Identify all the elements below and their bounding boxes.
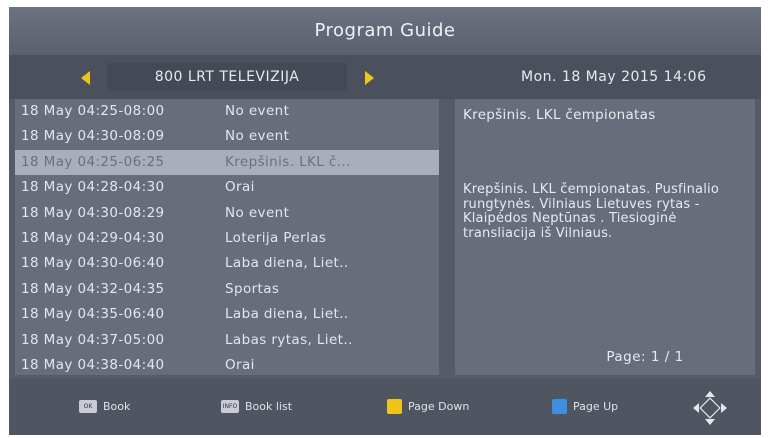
blue-key-icon [552, 398, 567, 414]
page-down-hint[interactable]: Page Down [387, 379, 469, 435]
event-row[interactable]: 18 May 04:35-06:40 Laba diena, Liet.. [15, 302, 439, 327]
event-list: 18 May 04:25-08:00 No event 18 May 04:30-… [15, 99, 439, 375]
previous-channel-arrow-icon[interactable] [81, 71, 90, 85]
book-label: Book [103, 400, 131, 413]
event-title: Krepšinis. LKL č... [225, 153, 351, 170]
footer-key-hints: OK Book INFO Book list Page Down Page Up [9, 379, 761, 435]
event-title: Orai [225, 179, 255, 196]
event-detail-title: Krepšinis. LKL čempionatas [463, 107, 656, 123]
event-time: 18 May 04:25-08:00 [21, 103, 165, 119]
book-list-hint[interactable]: INFO Book list [221, 379, 292, 435]
current-date-time: Mon. 18 May 2015 14:06 [521, 69, 707, 85]
event-time: 18 May 04:38-04:40 [21, 356, 165, 373]
event-title: Laba diena, Liet.. [225, 255, 349, 272]
info-key-icon: INFO [221, 399, 239, 413]
event-title: Labas rytas, Liet.. [225, 331, 353, 348]
event-time: 18 May 04:30-06:40 [21, 255, 165, 272]
page-title: Program Guide [9, 7, 761, 55]
event-time: 18 May 04:30-08:29 [21, 204, 165, 221]
event-row-selected[interactable]: 18 May 04:25-06:25 Krepšinis. LKL č... [15, 149, 439, 176]
event-time: 18 May 04:32-04:35 [21, 280, 165, 297]
book-list-label: Book list [245, 400, 293, 413]
event-time: 18 May 04:35-06:40 [21, 306, 165, 323]
page-indicator: Page: 1 / 1 [606, 349, 684, 365]
book-hint[interactable]: OK Book [79, 379, 130, 435]
event-row[interactable]: 18 May 04:30-08:09 No event [15, 124, 439, 149]
page-up-hint[interactable]: Page Up [552, 379, 618, 435]
event-time: 18 May 04:30-08:09 [21, 128, 165, 145]
program-guide-screen: Program Guide 800 LRT TELEVIZIJA Mon. 18… [9, 7, 761, 435]
event-row[interactable]: 18 May 04:37-05:00 Labas rytas, Liet.. [15, 328, 439, 353]
event-detail-panel: Krepšinis. LKL čempionatas Krepšinis. LK… [455, 99, 755, 375]
channel-bar: 800 LRT TELEVIZIJA Mon. 18 May 2015 14:0… [9, 55, 761, 99]
event-title: Laba diena, Liet.. [225, 306, 349, 323]
event-row[interactable]: 18 May 04:29-04:30 Loterija Perlas [15, 226, 439, 251]
event-row[interactable]: 18 May 04:32-04:35 Sportas [15, 277, 439, 302]
event-time: 18 May 04:37-05:00 [21, 331, 165, 348]
ok-key-icon: OK [79, 399, 97, 413]
event-detail-description: Krepšinis. LKL čempionatas. Pusfinalio r… [463, 182, 719, 241]
event-row[interactable]: 18 May 04:25-08:00 No event [15, 99, 439, 124]
dpad-navigation-icon [693, 391, 727, 425]
event-title: No event [225, 103, 290, 119]
event-row[interactable]: 18 May 04:30-08:29 No event [15, 201, 439, 226]
channel-name: 800 LRT TELEVIZIJA [107, 63, 347, 91]
event-row[interactable]: 18 May 04:30-06:40 Laba diena, Liet.. [15, 251, 439, 276]
event-title: No event [225, 204, 290, 221]
event-time: 18 May 04:29-04:30 [21, 229, 165, 246]
event-title: No event [225, 128, 290, 145]
page-down-label: Page Down [408, 400, 470, 413]
event-title: Sportas [225, 280, 280, 297]
event-time: 18 May 04:25-06:25 [21, 153, 165, 170]
page-up-label: Page Up [573, 400, 619, 413]
event-title: Loterija Perlas [225, 229, 327, 246]
event-row[interactable]: 18 May 04:28-04:30 Orai [15, 175, 439, 200]
event-time: 18 May 04:28-04:30 [21, 179, 165, 196]
yellow-key-icon [387, 398, 402, 414]
event-title: Orai [225, 356, 255, 373]
next-channel-arrow-icon[interactable] [365, 71, 374, 85]
event-row[interactable]: 18 May 04:38-04:40 Orai [15, 353, 439, 378]
